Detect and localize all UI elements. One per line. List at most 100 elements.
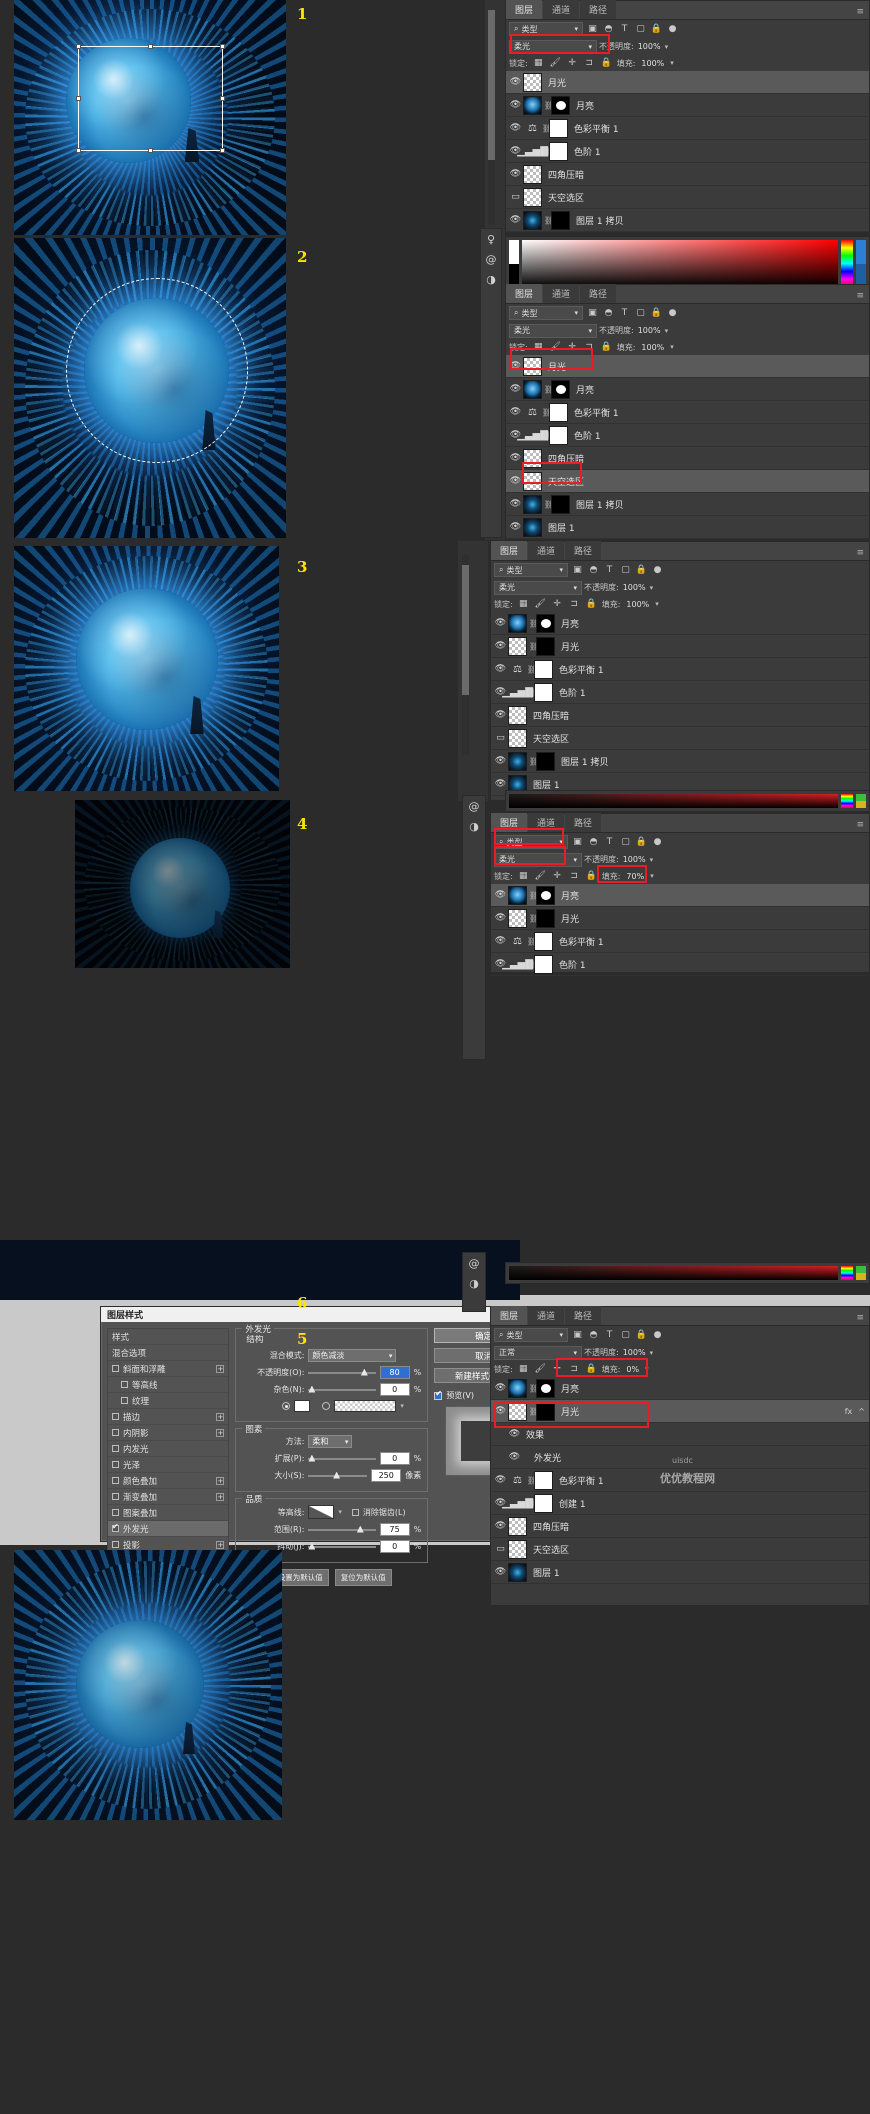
chevron-down-icon[interactable]: ▾ [645,1365,649,1373]
layer-filter-bar-4[interactable]: ⌕ 类型 ▾ ▣ ◓ T ▢ 🔒 ● [491,833,869,851]
link-icon[interactable]: ⛓ [527,960,534,969]
link-icon[interactable]: ⛓ [529,891,536,900]
link-icon[interactable]: ⛓ [527,1499,534,1508]
eye-icon[interactable]: 👁 [507,1452,522,1462]
opacity-value-2[interactable]: 100% [636,326,663,335]
layer-row[interactable]: 👁 四角压暗 [491,1515,869,1538]
filter-toggle-icon[interactable]: ● [651,1330,664,1340]
layers-panel-4[interactable]: 图层 通道 路径 ≡ ⌕ 类型 ▾ ▣ ◓ T ▢ 🔒 ● 柔光 ▾ 不透明度:… [490,813,870,973]
noise-field[interactable]: 杂色(N): 0 % [242,1383,421,1396]
eye-icon[interactable]: 👁 [493,779,508,789]
layers-panel-2[interactable]: 图层 通道 路径 ≡ ⌕ 类型 ▾ ▣ ◓ T ▢ 🔒 ● 柔光 ▾ 不透明度:… [505,284,870,539]
opacity-value-4[interactable]: 100% [621,855,648,864]
link-icon[interactable]: ⛓ [544,216,551,225]
lock-row-3[interactable]: 锁定: ▦ 🖌 ✛ ⊐ 🔒 填充: 100% ▾ [491,596,869,612]
gradient-field[interactable] [509,1266,838,1280]
contour-preview[interactable] [308,1505,334,1519]
eye-icon[interactable]: 👁 [493,890,508,900]
filter-toggle-icon[interactable]: ● [651,837,664,847]
lock-all-icon[interactable]: 🔒 [585,871,598,881]
filter-shape-icon[interactable]: ▢ [619,837,632,847]
layer-row[interactable]: 👁 四角压暗 [491,704,869,727]
color-sliders[interactable] [856,240,866,287]
plus-icon[interactable]: + [216,1493,224,1501]
tab-channels[interactable]: 通道 [528,813,564,832]
filter-shape-icon[interactable]: ▢ [634,308,647,318]
cloud-icon[interactable]: @ [469,800,480,813]
eye-icon[interactable]: 👁 [493,641,508,651]
tab-paths[interactable]: 路径 [565,1306,601,1325]
eye-icon-hidden[interactable]: ▭ [508,192,523,202]
filter-image-icon[interactable]: ▣ [571,1330,584,1340]
eye-icon-hidden[interactable]: ▭ [493,733,508,743]
color-picker-panel[interactable] [505,236,870,291]
style-item-texture[interactable]: 纹理 [108,1393,228,1409]
layer-mask-thumbnail[interactable] [536,614,555,633]
fill-value-3[interactable]: 100% [624,600,651,609]
opacity-value-1[interactable]: 100% [636,42,663,51]
filter-adjustment-icon[interactable]: ◓ [587,1330,600,1340]
layer-thumbnail[interactable] [508,614,527,633]
glow-source-row[interactable]: ▾ [242,1400,421,1412]
blend-mode-select-2[interactable]: 柔光 ▾ [509,324,597,338]
filter-type-icon[interactable]: T [603,837,616,847]
glow-color-swatch[interactable] [294,1400,310,1412]
blend-row-4[interactable]: 柔光 ▾ 不透明度: 100% ▾ [491,851,869,868]
color-swatches[interactable] [856,794,866,808]
layer-row[interactable]: 👁 ⛓ 月亮 [491,884,869,907]
color-balance-icon[interactable]: ⚖ [523,119,542,138]
layer-mask-thumbnail[interactable] [551,380,570,399]
checkbox[interactable] [112,1509,119,1516]
tab-channels[interactable]: 通道 [543,0,579,19]
layer-row[interactable]: 👁 ⛓ 月光 [491,907,869,930]
filter-smart-icon[interactable]: 🔒 [650,24,663,34]
fill-value-4[interactable]: 70% [624,872,646,881]
lock-artboard-icon[interactable]: ⊐ [568,1364,581,1374]
eye-icon[interactable]: 👁 [493,1521,508,1531]
tool-column-4[interactable]: @ ◑ [462,795,486,1060]
filter-kind-select[interactable]: ⌕ 类型 ▾ [509,22,583,36]
layer-thumbnail[interactable] [523,73,542,92]
plus-icon[interactable]: + [216,1365,224,1373]
link-icon[interactable]: ⛓ [527,937,534,946]
lock-transparent-icon[interactable]: ▦ [532,58,545,68]
opacity-slider[interactable] [308,1368,375,1378]
layer-thumbnail[interactable] [523,188,542,207]
chevron-down-icon[interactable]: ▾ [670,59,674,67]
balloon-icon[interactable]: ♀ [487,233,495,246]
plus-icon[interactable]: + [216,1429,224,1437]
chevron-down-icon[interactable]: ▾ [650,584,654,592]
layer-row[interactable]: 👁 图层 1 [506,516,869,539]
style-item-bevel-emboss[interactable]: 斜面和浮雕+ [108,1361,228,1377]
layer-row[interactable]: 👁 四角压暗 [506,163,869,186]
eye-icon[interactable]: 👁 [508,100,523,110]
filter-smart-icon[interactable]: 🔒 [635,1330,648,1340]
color-balance-icon[interactable]: ⚖ [508,660,527,679]
link-icon[interactable]: ⛓ [542,431,549,440]
blend-mode-select-6[interactable]: 正常 ▾ [494,1346,582,1360]
checkbox[interactable] [112,1429,119,1436]
layer-thumbnail[interactable] [508,637,527,656]
levels-icon[interactable]: ▁▃▅▇ [523,426,542,445]
lock-position-icon[interactable]: ✛ [566,342,579,352]
eye-icon[interactable]: 👁 [508,453,523,463]
tab-layers[interactable]: 图层 [491,1306,527,1325]
style-item-inner-shadow[interactable]: 内阴影+ [108,1425,228,1441]
opacity-value-6[interactable]: 100% [621,1348,648,1357]
layer-row[interactable]: 👁 月光 [506,355,869,378]
adjustment-icon[interactable]: ◑ [469,1277,479,1290]
layer-row[interactable]: 👁 ⛓ 图层 1 拷贝 [506,493,869,516]
eye-icon[interactable]: 👁 [507,1429,522,1439]
chevron-down-icon[interactable]: ▾ [655,600,659,608]
scrollbar-vertical-3[interactable] [462,555,469,755]
hue-slider[interactable] [841,240,853,287]
chevron-down-icon[interactable]: ▾ [400,1402,404,1410]
checkbox[interactable] [112,1541,119,1548]
eye-icon[interactable]: 👁 [493,756,508,766]
lock-all-icon[interactable]: 🔒 [585,599,598,609]
checkbox[interactable] [112,1477,119,1484]
layer-thumbnail[interactable] [508,1402,527,1421]
layer-filter-bar-2[interactable]: ⌕ 类型 ▾ ▣ ◓ T ▢ 🔒 ● [506,304,869,322]
layer-mask-thumbnail[interactable] [534,1494,553,1513]
layer-row[interactable]: 👁 ⛓ 图层 1 拷贝 [491,750,869,773]
